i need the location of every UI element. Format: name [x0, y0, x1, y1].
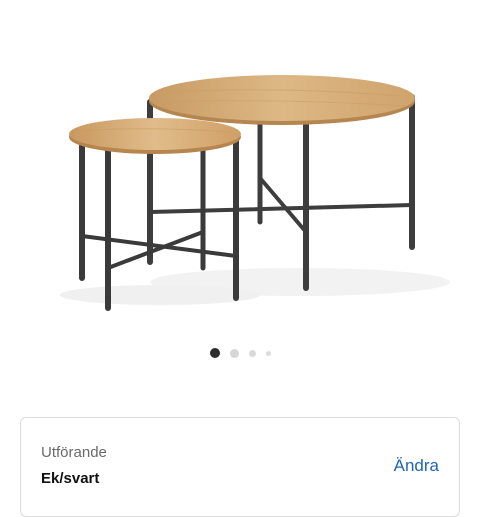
product-image[interactable] — [0, 0, 480, 335]
variant-card[interactable]: Utförande Ek/svart Ändra — [20, 417, 460, 517]
carousel-dot-4[interactable] — [265, 350, 271, 356]
carousel-dot-1[interactable] — [209, 348, 220, 358]
table-photo — [60, 75, 450, 311]
change-variant-link[interactable]: Ändra — [394, 456, 439, 476]
carousel-dot-2[interactable] — [229, 348, 239, 358]
variant-label: Utförande — [41, 444, 107, 461]
variant-value: Ek/svart — [41, 470, 100, 487]
carousel-dot-3[interactable] — [248, 349, 256, 357]
carousel-dots — [0, 347, 480, 359]
